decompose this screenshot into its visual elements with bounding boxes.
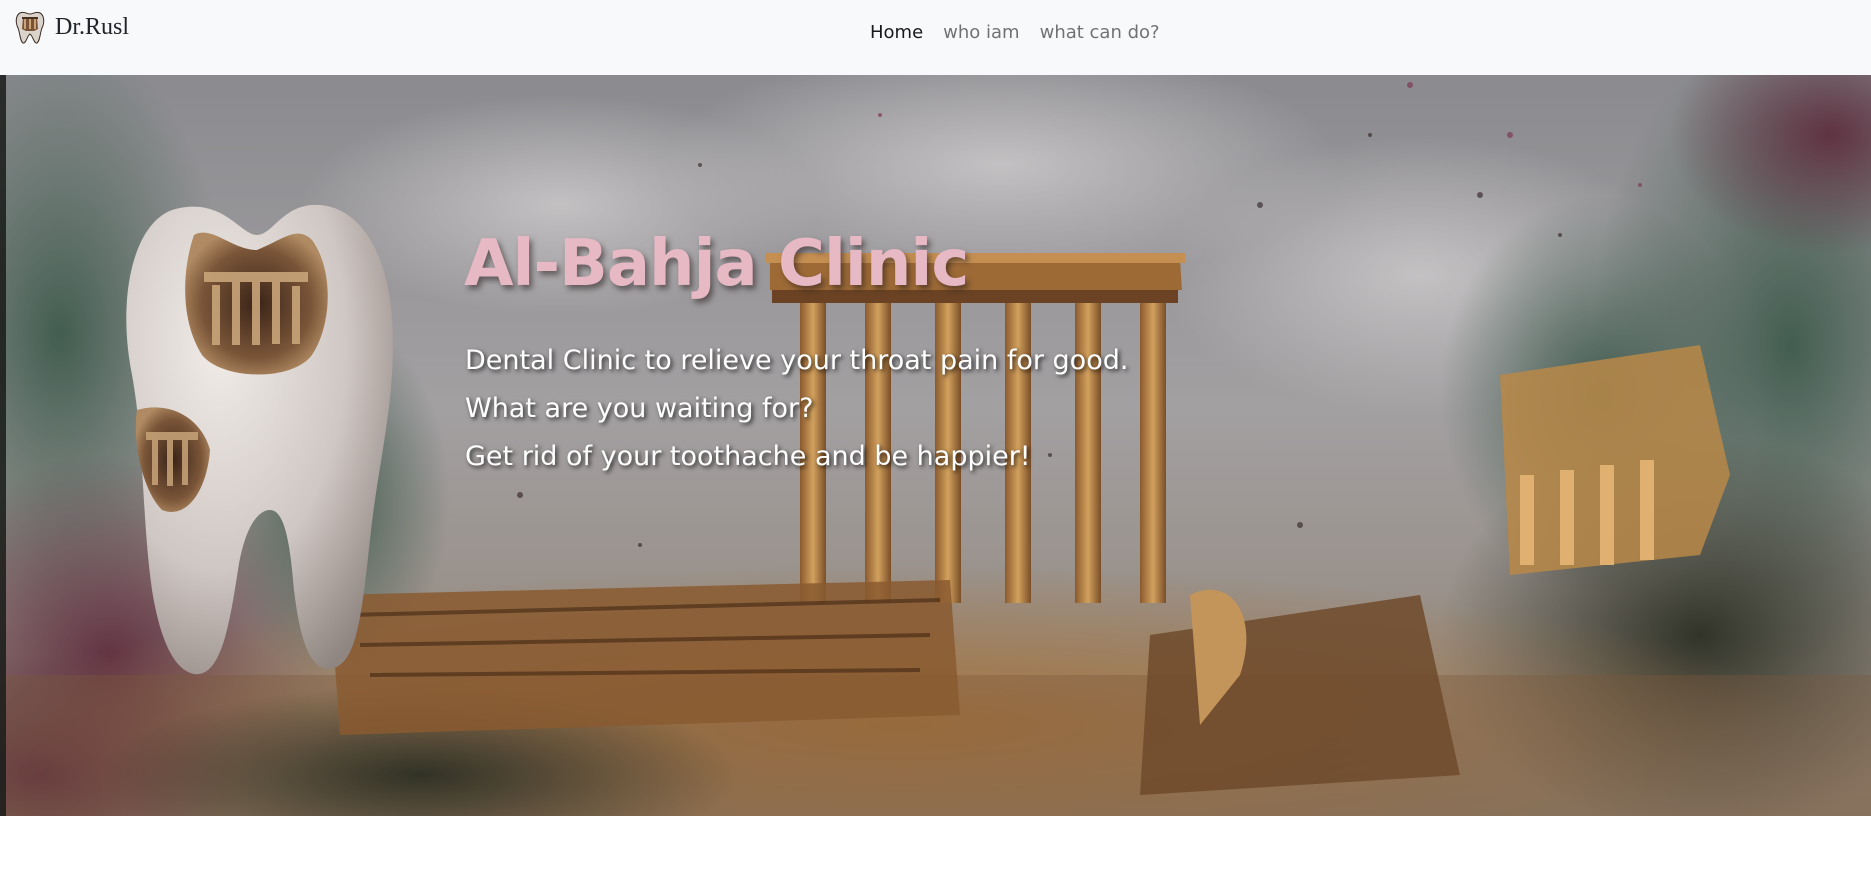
tooth-with-carved-ruins-image [126, 204, 393, 675]
brand-name: Dr.Rusl [55, 13, 130, 40]
hero-tagline-3: Get rid of your toothache and be happier… [465, 441, 1031, 472]
hero-section: Al-Bahja Clinic Dental Clinic to relieve… [0, 75, 1871, 816]
nav-menu: Home who iam what can do? [860, 18, 1170, 46]
hero-tagline-1: Dental Clinic to relieve your throat pai… [465, 345, 1129, 376]
navbar: Dr.Rusl Home who iam what can do? [0, 0, 1871, 75]
hero-left-edge [0, 75, 6, 816]
nav-link-home[interactable]: Home [860, 22, 933, 43]
tooth-ruins-logo-icon [15, 11, 45, 44]
hero-tagline-2: What are you waiting for? [465, 393, 814, 424]
nav-link-who-iam[interactable]: who iam [933, 22, 1029, 43]
nav-item-what-can-do: what can do? [1030, 22, 1170, 43]
nav-item-who-iam: who iam [933, 22, 1029, 43]
nav-link-what-can-do[interactable]: what can do? [1030, 22, 1170, 43]
hero-title: Al-Bahja Clinic [464, 227, 969, 301]
brand-link[interactable]: Dr.Rusl [14, 8, 129, 46]
nav-item-home: Home [860, 22, 933, 43]
